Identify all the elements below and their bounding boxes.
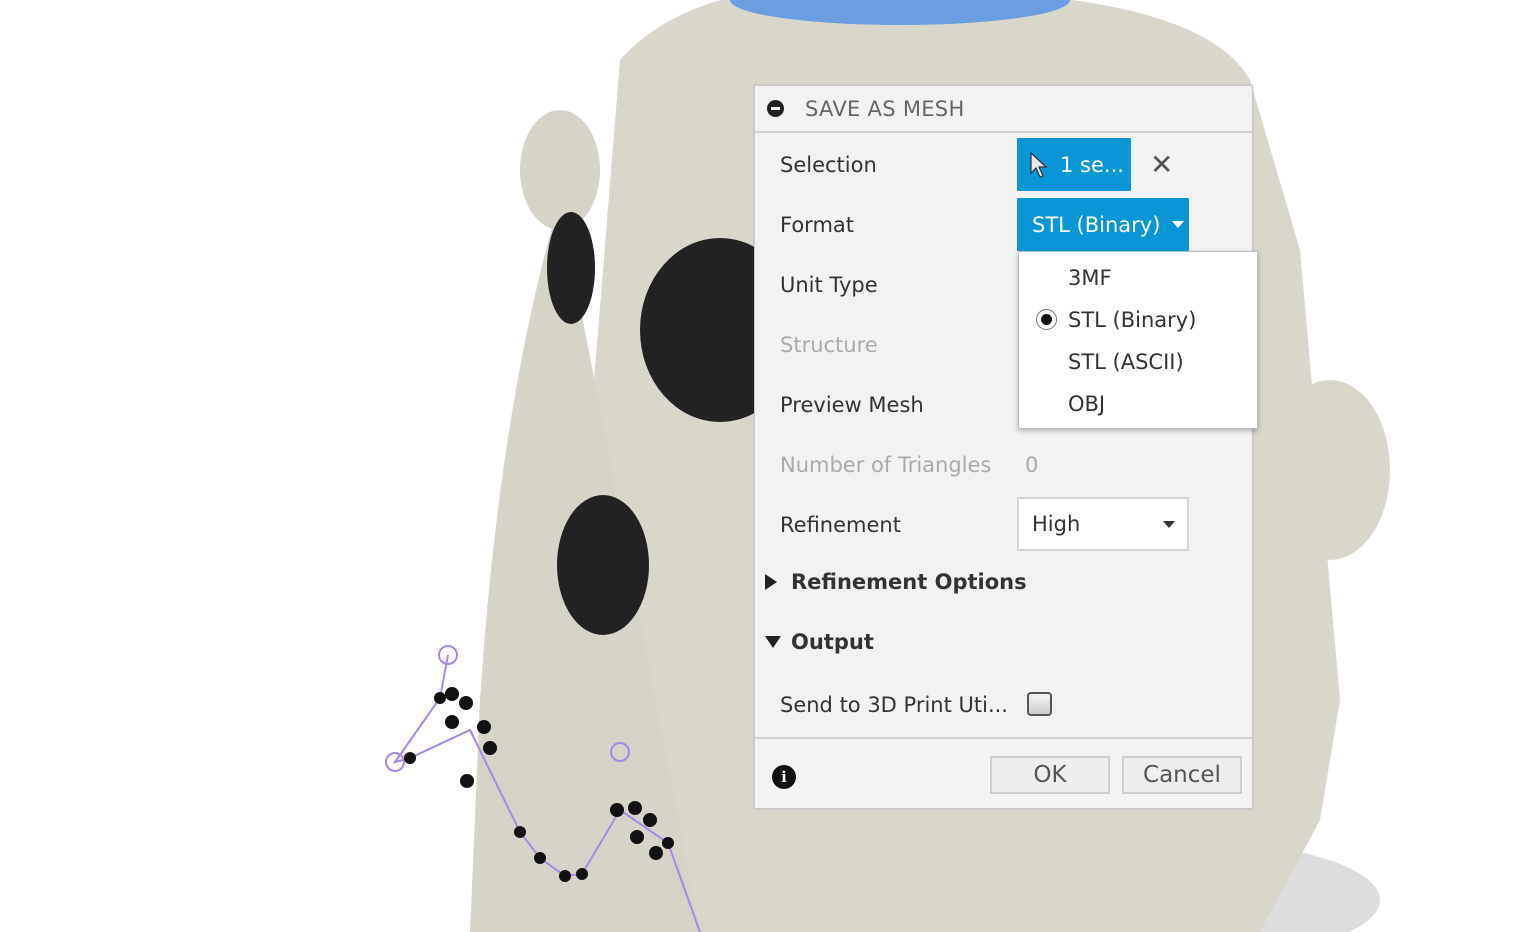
dialog-footer: i OK Cancel — [755, 737, 1252, 808]
triangles-label: Number of Triangles — [780, 453, 992, 477]
format-dropdown-menu: 3MF STL (Binary) STL (ASCII) OBJ — [1018, 251, 1258, 429]
send-to-print-checkbox[interactable] — [1027, 692, 1052, 716]
format-option-obj[interactable]: OBJ — [1068, 389, 1105, 419]
output-label: Output — [791, 630, 874, 654]
refinement-options-toggle[interactable]: Refinement Options — [765, 570, 1027, 594]
refinement-dropdown[interactable]: High — [1017, 497, 1189, 551]
unit-type-label: Unit Type — [780, 273, 878, 297]
clear-selection-icon[interactable]: ✕ — [1150, 148, 1173, 181]
model-spot — [547, 212, 595, 324]
model-spot — [557, 495, 649, 635]
refinement-options-label: Refinement Options — [791, 570, 1027, 594]
chevron-down-icon — [1163, 521, 1175, 528]
dialog-header[interactable]: SAVE AS MESH — [755, 86, 1252, 133]
selection-button[interactable]: 1 se... — [1017, 138, 1131, 191]
selected-radio-icon — [1036, 309, 1057, 330]
structure-label: Structure — [780, 333, 878, 357]
ok-button[interactable]: OK — [990, 756, 1110, 794]
dialog-title: SAVE AS MESH — [805, 96, 965, 121]
ghost-model-arm — [1270, 380, 1390, 560]
caret-right-icon — [765, 574, 777, 590]
triangles-value: 0 — [1025, 453, 1039, 477]
save-as-mesh-dialog: SAVE AS MESH Selection 1 se... ✕ Format … — [754, 85, 1253, 809]
cursor-arrow-icon — [1030, 151, 1048, 178]
preview-mesh-label: Preview Mesh — [780, 393, 924, 417]
format-option-stl-ascii[interactable]: STL (ASCII) — [1068, 347, 1184, 377]
cancel-button[interactable]: Cancel — [1122, 756, 1242, 794]
format-value: STL (Binary) — [1032, 212, 1161, 237]
output-toggle[interactable]: Output — [765, 630, 874, 654]
format-option-3mf[interactable]: 3MF — [1068, 263, 1112, 293]
selection-label: Selection — [780, 153, 877, 177]
format-label: Format — [780, 213, 855, 237]
send-to-print-label: Send to 3D Print Uti... — [780, 693, 1008, 717]
caret-down-icon — [765, 636, 781, 648]
format-dropdown[interactable]: STL (Binary) — [1017, 198, 1189, 251]
refinement-label: Refinement — [780, 513, 901, 537]
format-option-stl-binary[interactable]: STL (Binary) — [1068, 305, 1196, 335]
info-icon[interactable]: i — [772, 765, 796, 789]
collapse-icon[interactable] — [767, 100, 784, 117]
selection-value: 1 se... — [1060, 152, 1124, 177]
chevron-down-icon — [1172, 221, 1185, 228]
refinement-value: High — [1032, 512, 1081, 536]
